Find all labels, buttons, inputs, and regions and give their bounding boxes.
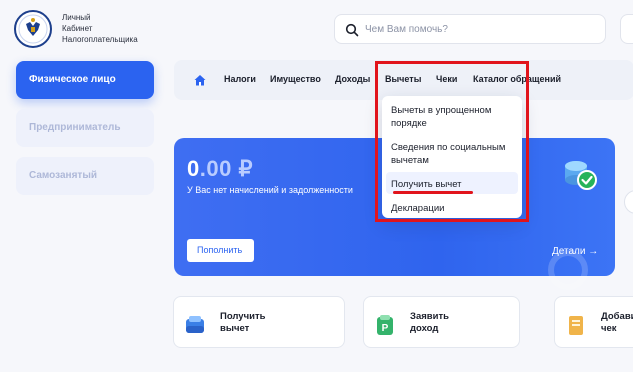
amount-integer: 0 (187, 156, 200, 181)
tile-declare-income[interactable]: P Заявить доход (363, 296, 520, 348)
carousel-next-button[interactable] (624, 190, 633, 214)
sidebar-item-self-employed[interactable]: Самозанятый (16, 157, 154, 195)
top-up-button[interactable]: Пополнить (187, 239, 254, 262)
brand-title[interactable]: Личный Кабинет Налогоплательщика (62, 12, 138, 45)
arrow-right-icon: → (588, 246, 599, 257)
income-icon: P (377, 315, 393, 335)
sidebar-item-individual[interactable]: Физическое лицо (16, 61, 154, 99)
deduction-icon (186, 316, 204, 333)
tile-line: вычет (220, 323, 250, 334)
tile-line: чек (601, 323, 617, 334)
fns-emblem-logo[interactable] (14, 10, 52, 48)
tile-line: Заявить (410, 311, 449, 322)
search-icon (345, 23, 359, 37)
tile-label: Заявить доход (410, 311, 449, 335)
nav-property[interactable]: Имущество (270, 74, 321, 84)
sidebar-item-entrepreneur[interactable]: Предприниматель (16, 109, 154, 147)
profile-button[interactable] (620, 14, 633, 44)
brand-line: Налогоплательщика (62, 35, 138, 44)
tile-label: Добави чек (601, 311, 633, 335)
red-underline (393, 191, 473, 194)
red-highlight-frame (375, 61, 529, 222)
details-label: Детали (552, 246, 586, 257)
balance-note: У Вас нет начислений и задолженности (187, 185, 353, 195)
details-link[interactable]: Детали → (552, 246, 598, 257)
tile-line: доход (410, 323, 439, 334)
currency-symbol: ₽ (238, 156, 253, 181)
coins-check-icon (565, 161, 597, 190)
sidebar-item-label: Физическое лицо (29, 74, 116, 85)
brand-line: Личный (62, 13, 91, 22)
eagle-emblem-icon (18, 14, 48, 44)
sidebar-item-label: Предприниматель (29, 122, 121, 133)
balance-amount: 0.00 ₽ (187, 156, 253, 182)
tile-get-deduction[interactable]: Получить вычет (173, 296, 345, 348)
tile-line: Получить (220, 311, 266, 322)
search-input[interactable]: Чем Вам помочь? (334, 14, 606, 44)
receipt-icon (569, 316, 583, 335)
tile-line: Добави (601, 311, 633, 322)
tile-add-receipt[interactable]: Добави чек (554, 296, 633, 348)
amount-decimal: .00 (199, 156, 232, 181)
nav-taxes[interactable]: Налоги (224, 74, 256, 84)
sidebar-item-label: Самозанятый (29, 170, 98, 181)
nav-income[interactable]: Доходы (335, 74, 370, 84)
svg-text:P: P (382, 323, 389, 334)
home-icon[interactable] (193, 73, 207, 87)
brand-line: Кабинет (62, 24, 93, 33)
search-placeholder: Чем Вам помочь? (365, 24, 448, 35)
tile-label: Получить вычет (220, 311, 265, 335)
